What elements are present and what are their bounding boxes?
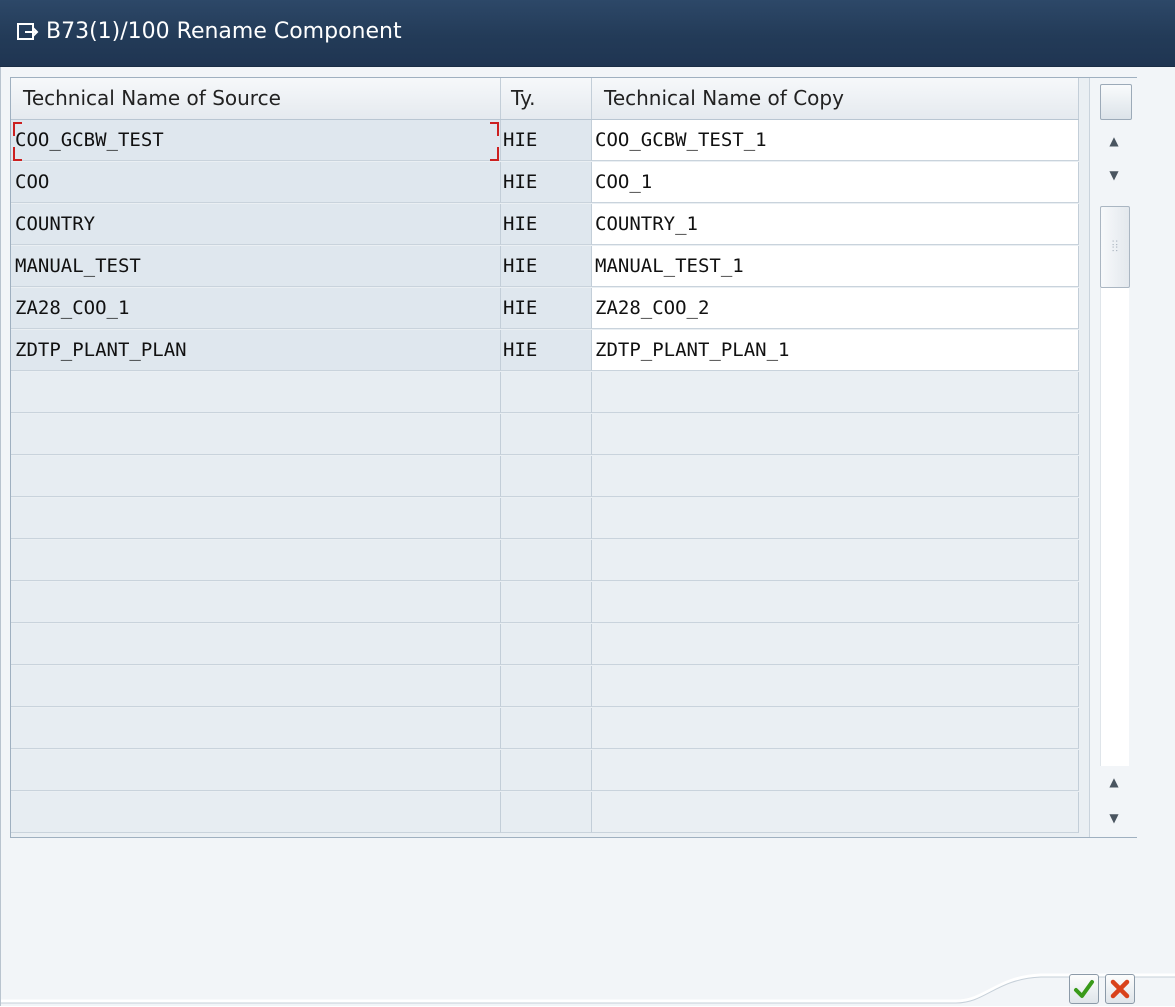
empty-table-row	[11, 414, 1079, 456]
footer-divider	[1, 973, 1175, 1004]
scroll-down-icon[interactable]: ▼	[1106, 811, 1122, 825]
copy-name-input[interactable]: COUNTRY_1	[592, 204, 1079, 245]
empty-cell	[501, 456, 592, 497]
empty-cell	[592, 456, 1079, 497]
scrollbar-track[interactable]	[1100, 288, 1129, 766]
cancel-button[interactable]	[1105, 974, 1135, 1004]
type-cell: HIE	[501, 120, 592, 161]
type-cell: HIE	[501, 288, 592, 329]
empty-cell	[592, 792, 1079, 833]
empty-cell	[11, 708, 501, 749]
empty-cell	[501, 666, 592, 707]
source-name-cell[interactable]: MANUAL_TEST	[11, 246, 501, 287]
table-body: COO_GCBW_TEST HIE COO_GCBW_TEST_1 COO HI…	[11, 120, 1079, 834]
empty-cell	[592, 582, 1079, 623]
page-down-icon[interactable]: ▼	[1106, 168, 1122, 182]
vertical-scrollbar[interactable]: ▲ ▼ ∷ ∷ ▲ ▼	[1089, 78, 1137, 837]
dialog-window: B73(1)/100 Rename Component Technical Na…	[0, 0, 1175, 1006]
empty-cell	[501, 750, 592, 791]
empty-cell	[592, 498, 1079, 539]
empty-cell	[501, 540, 592, 581]
page-up-icon[interactable]: ▲	[1106, 134, 1122, 148]
empty-cell	[592, 372, 1079, 413]
focus-marker	[490, 122, 499, 136]
empty-cell	[501, 498, 592, 539]
dialog-icon	[17, 23, 39, 40]
table-row: COO HIE COO_1	[11, 162, 1079, 204]
empty-cell	[501, 372, 592, 413]
source-name-cell[interactable]: COUNTRY	[11, 204, 501, 245]
table-row: ZDTP_PLANT_PLAN HIE ZDTP_PLANT_PLAN_1	[11, 330, 1079, 372]
title-bar: B73(1)/100 Rename Component	[0, 0, 1175, 67]
empty-cell	[11, 414, 501, 455]
copy-name-input[interactable]: MANUAL_TEST_1	[592, 246, 1079, 287]
empty-table-row	[11, 750, 1079, 792]
column-header-source[interactable]: Technical Name of Source	[11, 78, 501, 119]
empty-cell	[592, 750, 1079, 791]
empty-cell	[592, 708, 1079, 749]
copy-name-input[interactable]: ZA28_COO_2	[592, 288, 1079, 329]
dialog-content: Technical Name of Source Ty. Technical N…	[0, 67, 1175, 1006]
focus-marker	[13, 122, 22, 136]
table-row: ZA28_COO_1 HIE ZA28_COO_2	[11, 288, 1079, 330]
empty-table-row	[11, 372, 1079, 414]
empty-table-row	[11, 498, 1079, 540]
rename-table: Technical Name of Source Ty. Technical N…	[10, 77, 1137, 838]
grip-icon: ∷ ∷	[1112, 239, 1118, 255]
source-name-cell[interactable]: COO	[11, 162, 501, 203]
empty-table-row	[11, 582, 1079, 624]
empty-cell	[592, 624, 1079, 665]
empty-cell	[11, 792, 501, 833]
column-settings-icon[interactable]	[1100, 84, 1132, 120]
type-cell: HIE	[501, 204, 592, 245]
empty-cell	[592, 414, 1079, 455]
empty-cell	[11, 456, 501, 497]
type-cell: HIE	[501, 246, 592, 287]
table-row: COO_GCBW_TEST HIE COO_GCBW_TEST_1	[11, 120, 1079, 162]
empty-cell	[11, 498, 501, 539]
table-row: COUNTRY HIE COUNTRY_1	[11, 204, 1079, 246]
dialog-title: B73(1)/100 Rename Component	[46, 19, 402, 44]
empty-table-row	[11, 708, 1079, 750]
empty-table-row	[11, 456, 1079, 498]
cancel-icon	[1110, 979, 1130, 999]
empty-table-row	[11, 624, 1079, 666]
empty-cell	[11, 372, 501, 413]
empty-cell	[11, 624, 501, 665]
focus-marker	[13, 147, 22, 161]
copy-name-input[interactable]: COO_GCBW_TEST_1	[592, 120, 1079, 161]
scrollbar-thumb[interactable]: ∷ ∷	[1100, 206, 1130, 288]
focus-marker	[490, 147, 499, 161]
type-cell: HIE	[501, 330, 592, 371]
empty-cell	[592, 666, 1079, 707]
empty-cell	[11, 540, 501, 581]
empty-table-row	[11, 540, 1079, 582]
empty-cell	[592, 540, 1079, 581]
type-cell: HIE	[501, 162, 592, 203]
empty-table-row	[11, 792, 1079, 834]
empty-table-row	[11, 666, 1079, 708]
source-name-cell[interactable]: ZA28_COO_1	[11, 288, 501, 329]
empty-cell	[501, 624, 592, 665]
column-header-type[interactable]: Ty.	[501, 78, 592, 119]
empty-cell	[501, 708, 592, 749]
empty-cell	[11, 582, 501, 623]
source-name-cell[interactable]: ZDTP_PLANT_PLAN	[11, 330, 501, 371]
empty-cell	[11, 750, 501, 791]
source-name-cell[interactable]: COO_GCBW_TEST	[11, 120, 501, 161]
table-row: MANUAL_TEST HIE MANUAL_TEST_1	[11, 246, 1079, 288]
table-header: Technical Name of Source Ty. Technical N…	[11, 78, 1079, 120]
copy-name-input[interactable]: COO_1	[592, 162, 1079, 203]
copy-name-input[interactable]: ZDTP_PLANT_PLAN_1	[592, 330, 1079, 371]
check-icon	[1074, 980, 1094, 998]
empty-cell	[11, 666, 501, 707]
empty-cell	[501, 414, 592, 455]
empty-cell	[501, 582, 592, 623]
empty-cell	[501, 792, 592, 833]
confirm-button[interactable]	[1069, 974, 1099, 1004]
scroll-up-icon[interactable]: ▲	[1106, 775, 1122, 789]
column-header-copy[interactable]: Technical Name of Copy	[592, 78, 1079, 119]
